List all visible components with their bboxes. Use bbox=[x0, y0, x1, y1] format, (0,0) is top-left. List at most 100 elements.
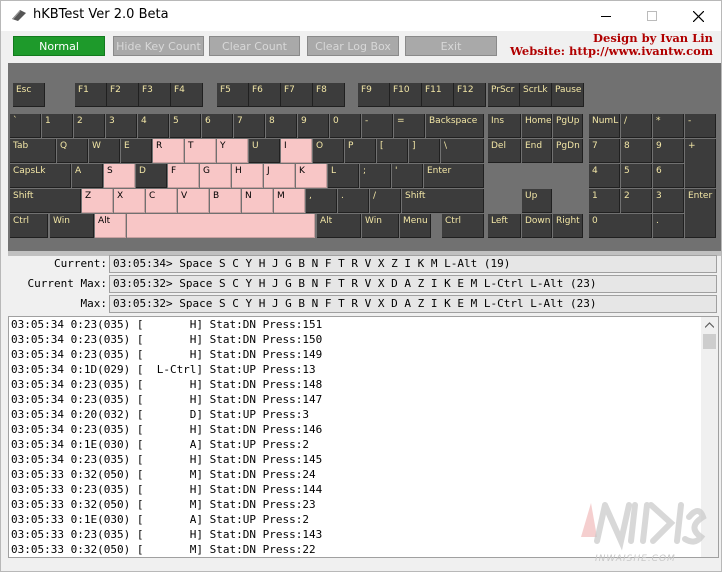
close-button[interactable] bbox=[675, 1, 721, 31]
key-x: X bbox=[114, 189, 145, 213]
key-3: 3 bbox=[653, 189, 684, 213]
log-line: 03:05:34 0:23(035) [ H] Stat:DN Press:14… bbox=[11, 423, 323, 436]
exit-button[interactable]: Exit bbox=[405, 36, 497, 56]
virtual-keyboard: Esc F1 F2 F3 F4 F5 F6 F7 F8 F9 F10 F11 F12 PrScr ScrLk… bbox=[8, 63, 721, 251]
maximize-icon bbox=[647, 11, 657, 21]
key-win: Win bbox=[362, 214, 399, 238]
log-line: 03:05:33 0:32(050) [ M] Stat:DN Press:24 bbox=[11, 468, 316, 481]
key-y: Y bbox=[217, 139, 248, 163]
key-1: 1 bbox=[42, 114, 73, 138]
key-sym: - bbox=[362, 114, 393, 138]
log-line: 03:05:34 0:20(032) [ D] Stat:UP Press:3 bbox=[11, 408, 310, 421]
clear-count-button[interactable]: Clear Count bbox=[209, 36, 300, 56]
key-sym: * bbox=[653, 114, 684, 138]
maximize-button[interactable] bbox=[629, 1, 675, 31]
log-box[interactable]: 03:05:34 0:23(035) [ H] Stat:DN Press:15… bbox=[8, 316, 719, 558]
title-bar: hKBTest Ver 2.0 Beta bbox=[1, 1, 721, 31]
key-tab: Tab bbox=[10, 139, 56, 163]
window-title: hKBTest Ver 2.0 Beta bbox=[33, 7, 169, 22]
key-sym: ` bbox=[10, 114, 41, 138]
key-sym: . bbox=[338, 189, 369, 213]
key-alt: Alt bbox=[95, 214, 126, 238]
key-right: Right bbox=[553, 214, 583, 238]
key-f6: F6 bbox=[249, 83, 281, 107]
key-ctrl: Ctrl bbox=[442, 214, 484, 238]
key-0: 0 bbox=[330, 114, 361, 138]
key-f11: F11 bbox=[422, 83, 454, 107]
max-field: 03:05:32> Space S C Y H J G B N F T R V … bbox=[109, 295, 717, 313]
log-line: 03:05:33 0:1E(030) [ A] Stat:UP Press:2 bbox=[11, 513, 310, 526]
key-8: 8 bbox=[266, 114, 297, 138]
key-sym: - bbox=[685, 114, 716, 138]
key-left: Left bbox=[488, 214, 521, 238]
keyboard-app-icon bbox=[12, 10, 26, 21]
log-line: 03:05:33 0:23(035) [ H] Stat:DN Press:14… bbox=[11, 528, 323, 541]
key-e: E bbox=[121, 139, 152, 163]
key-t: T bbox=[185, 139, 216, 163]
key-9: 9 bbox=[298, 114, 329, 138]
key-f4: F4 bbox=[171, 83, 203, 107]
key-l: L bbox=[328, 164, 359, 188]
key-enter: Enter bbox=[424, 164, 484, 188]
key-h: H bbox=[232, 164, 263, 188]
log-scrollbar[interactable] bbox=[701, 317, 718, 557]
current-label: Current: bbox=[54, 257, 107, 270]
key-4: 4 bbox=[138, 114, 169, 138]
log-line: 03:05:34 0:23(035) [ H] Stat:DN Press:14… bbox=[11, 453, 323, 466]
key-numlk: NumLk bbox=[589, 114, 620, 138]
key-f1: F1 bbox=[75, 83, 107, 107]
normal-button[interactable]: Normal bbox=[13, 36, 105, 56]
key-1: 1 bbox=[589, 189, 620, 213]
max-label: Max: bbox=[80, 297, 108, 310]
log-line: 03:05:33 0:32(050) [ M] Stat:DN Press:22 bbox=[11, 543, 316, 556]
scroll-thumb[interactable] bbox=[703, 334, 716, 349]
log-line: 03:05:34 0:23(035) [ H] Stat:DN Press:14… bbox=[11, 348, 323, 361]
hide-key-count-button[interactable]: Hide Key Count bbox=[113, 36, 204, 56]
key-f9: F9 bbox=[358, 83, 390, 107]
key-sym: ; bbox=[360, 164, 391, 188]
key-pgup: PgUp bbox=[553, 114, 583, 138]
key-prscr: PrScr bbox=[488, 83, 520, 107]
key-down: Down bbox=[522, 214, 552, 238]
key-ctrl: Ctrl bbox=[10, 214, 48, 238]
key-backspace: Backspace bbox=[426, 114, 484, 138]
key-sym: ' bbox=[392, 164, 423, 188]
scroll-up-button[interactable] bbox=[701, 317, 718, 333]
current-field: 03:05:34> Space S C Y H J G B N F T R V … bbox=[109, 255, 717, 273]
key-f2: F2 bbox=[107, 83, 139, 107]
key-win: Win bbox=[50, 214, 94, 238]
clear-log-box-button[interactable]: Clear Log Box bbox=[307, 36, 399, 56]
key-f10: F10 bbox=[390, 83, 422, 107]
key-2: 2 bbox=[621, 189, 652, 213]
current-max-field: 03:05:32> Space S C Y H J G B N F T R V … bbox=[109, 275, 717, 293]
key-sym: + bbox=[685, 139, 716, 188]
key-alt: Alt bbox=[317, 214, 361, 238]
key-g: G bbox=[200, 164, 231, 188]
minimize-icon bbox=[601, 15, 611, 17]
key-8: 8 bbox=[621, 139, 652, 163]
key-k: K bbox=[296, 164, 327, 188]
key-f: F bbox=[168, 164, 199, 188]
key-w: W bbox=[89, 139, 120, 163]
key-6: 6 bbox=[202, 114, 233, 138]
key-9: 9 bbox=[653, 139, 684, 163]
key-b: B bbox=[210, 189, 241, 213]
key-end: End bbox=[522, 139, 552, 163]
toolbar: Normal Hide Key Count Clear Count Clear … bbox=[1, 31, 721, 61]
author-credit: Design by Ivan Lin bbox=[593, 31, 713, 45]
current-row: Current: 03:05:34> Space S C Y H J G B N… bbox=[1, 255, 721, 273]
minimize-button[interactable] bbox=[583, 1, 629, 31]
key-pgdn: PgDn bbox=[553, 139, 583, 163]
log-line: 03:05:34 0:23(035) [ H] Stat:DN Press:14… bbox=[11, 393, 323, 406]
current-max-label: Current Max: bbox=[27, 277, 107, 290]
app-window: hKBTest Ver 2.0 Beta Normal Hide Key Cou… bbox=[0, 0, 722, 572]
key-sym: \ bbox=[441, 139, 484, 163]
key-0: 0 bbox=[589, 214, 652, 238]
key-r: R bbox=[153, 139, 184, 163]
key-sym: [ bbox=[377, 139, 408, 163]
key-6: 6 bbox=[653, 164, 684, 188]
key-del: Del bbox=[488, 139, 521, 163]
log-line: 03:05:34 0:1D(029) [ L-Ctrl] Stat:UP Pre… bbox=[11, 363, 316, 376]
key-f12: F12 bbox=[454, 83, 486, 107]
key-capslk: CapsLk bbox=[10, 164, 71, 188]
